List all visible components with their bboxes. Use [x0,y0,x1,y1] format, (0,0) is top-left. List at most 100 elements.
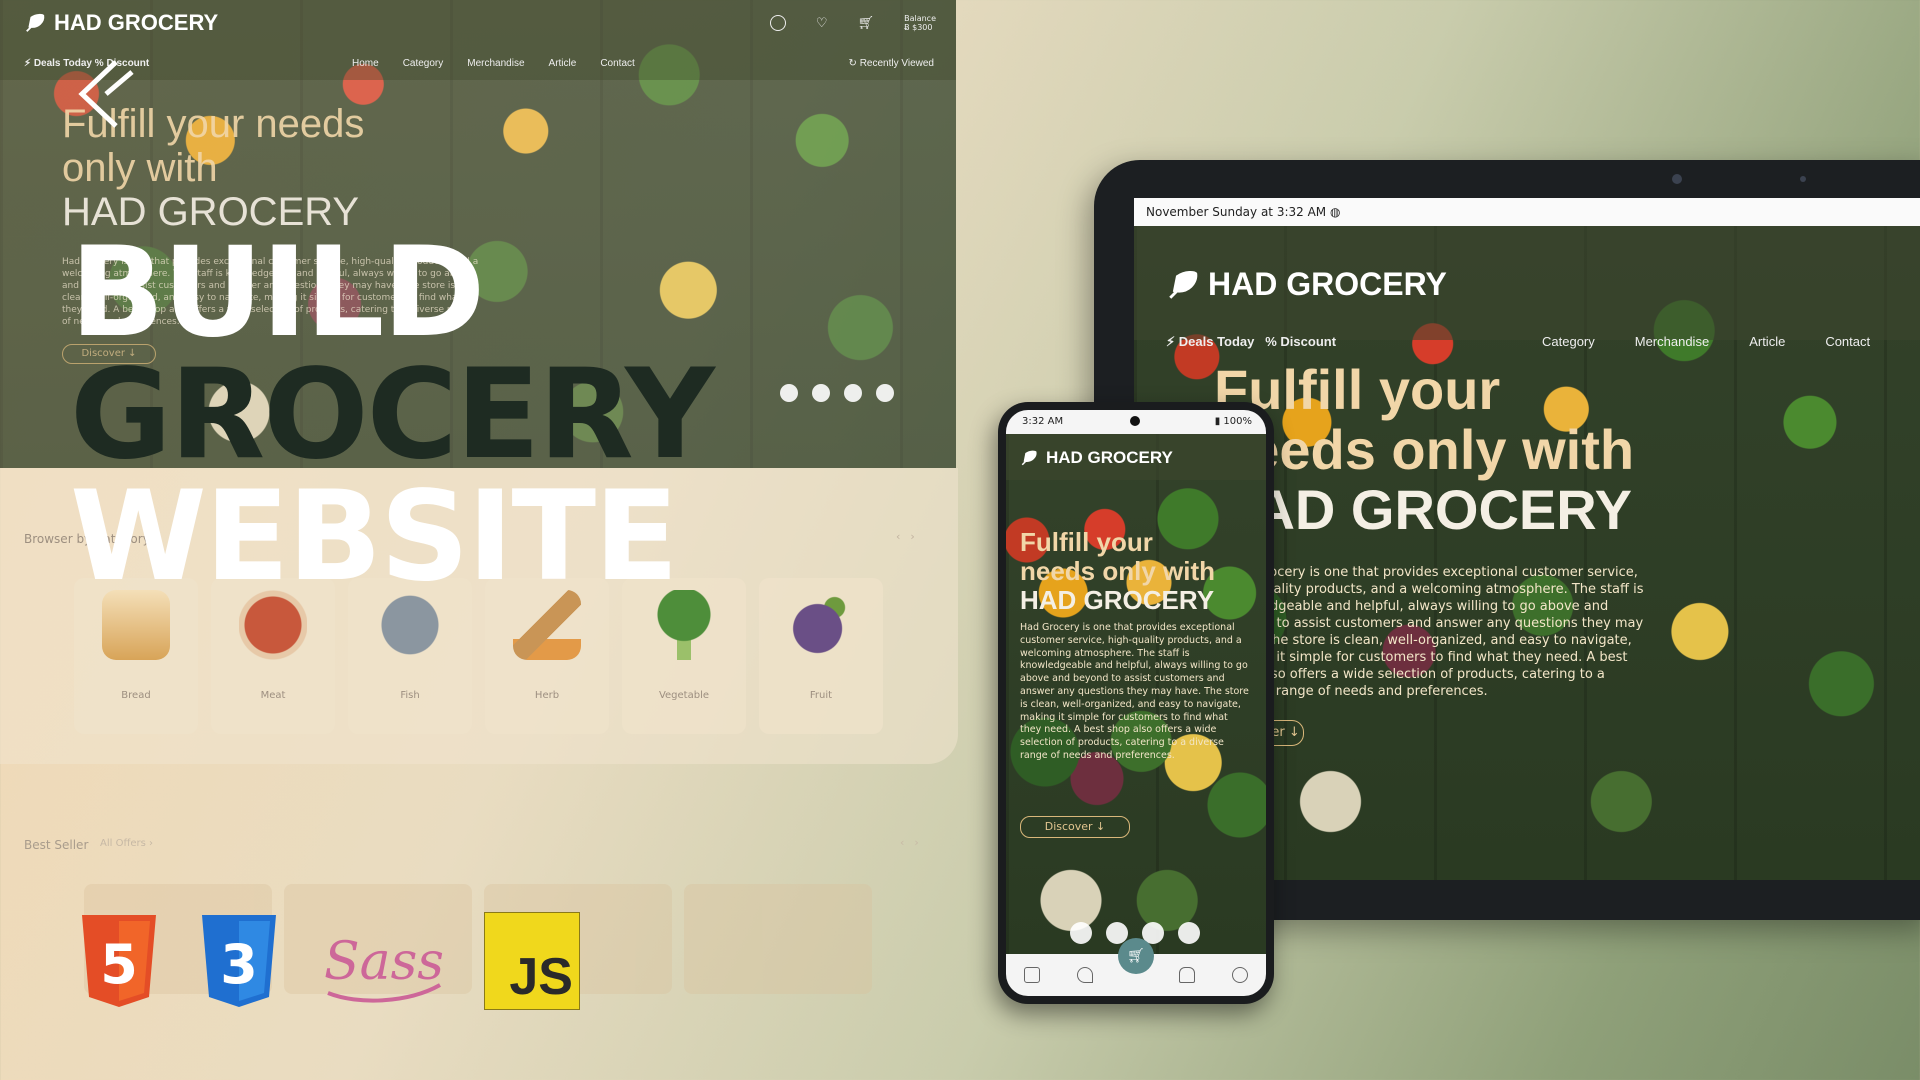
camera-icon [1672,174,1682,184]
tech-logos: 5 3 Sass JS [78,912,580,1010]
balance-value: Ƀ $300 [904,23,933,32]
best-carousel-arrows[interactable]: ‹› [900,836,929,849]
desktop-menu: Home Category Merchandise Article Contac… [352,58,635,69]
nav-category[interactable]: Category [403,58,444,69]
phone-discover-button[interactable]: Discover ↓ [1020,816,1130,838]
html5-logo-icon: 5 [82,915,156,1007]
phone-hero-text: Had Grocery is one that provides excepti… [1020,622,1249,761]
phone-screen: 3:32 AM ▮ 100% HAD GROCERY Fulfill your … [1006,410,1266,996]
discount-link[interactable]: Discount [1280,334,1336,349]
percent-icon: % [1265,334,1277,349]
tablet-deals-links: ⚡︎ Deals Today % Discount [1166,334,1336,350]
tablet-hero-title: Fulfill your needs only with HAD GROCERY [1214,360,1634,540]
instagram-icon[interactable] [844,384,862,402]
desktop-subnav: ⚡︎ Deals Today % Discount Home Category … [0,58,956,74]
category-label: Herb [534,690,560,701]
bell-icon[interactable] [1179,967,1196,983]
css3-logo-icon: 3 [202,915,276,1007]
nav-contact[interactable]: Contact [1825,334,1870,349]
chevron-icon [78,60,134,128]
fruit-icon [787,590,855,660]
heading-build: BUILD [70,221,485,365]
balance-label: Balance [904,14,936,23]
hero-line-2: needs only with [1214,418,1635,481]
youtube-icon[interactable] [876,384,894,402]
nav-article[interactable]: Article [1749,334,1785,349]
camera-icon [1130,416,1140,426]
recently-viewed-link[interactable]: ↻ Recently Viewed [849,58,934,69]
js-label: JS [509,948,573,1006]
category-label: Vegetable [658,690,710,701]
leaf-logo-icon [1169,270,1198,299]
discover-label: Discover [1044,820,1093,833]
all-offers-link[interactable]: All Offers › [100,838,153,849]
home-icon[interactable] [1024,967,1041,983]
tablet-brand[interactable]: HAD GROCERY [1166,266,1447,303]
tablet-hero-text: Had Grocery is one that provides excepti… [1224,565,1644,699]
category-label: Fruit [809,690,833,701]
css3-glyph: 3 [220,933,258,996]
heart-icon[interactable]: ♡ [816,16,828,31]
hero-line-3: HAD GROCERY [1020,585,1215,615]
nav-category[interactable]: Category [1542,334,1595,349]
balance[interactable]: Balance Ƀ $300 [904,14,936,32]
tablet-menu: Category Merchandise Article Contact [1542,334,1870,349]
leaf-logo-icon [26,13,45,32]
tablet-status-text: November Sunday at 3:32 AM [1146,205,1327,219]
nav-home[interactable]: Home [352,58,379,69]
user-icon[interactable] [1231,967,1248,983]
facebook-icon[interactable] [1070,922,1092,944]
brand-name: HAD GROCERY [1208,266,1447,302]
brand-name: HAD GROCERY [1046,448,1173,467]
refresh-icon: ↻ [848,58,860,69]
battery-level: 100% [1223,416,1252,427]
user-icon[interactable] [769,15,786,31]
facebook-icon[interactable] [780,384,798,402]
hero-line-2: needs only with [1020,556,1216,586]
heading-grocery: GROCERY [70,343,715,487]
twitter-icon[interactable] [812,384,830,402]
html5-glyph: 5 [100,933,138,996]
hero-line-2: only with [62,146,218,190]
sass-label: Sass [324,932,444,992]
phone-hero: HAD GROCERY Fulfill your needs only with… [1006,434,1266,964]
product-card[interactable] [684,884,872,994]
promo-heading: BUILD GROCERY WEBSITE [70,221,715,609]
desktop-header-icons: ♡ 🛒︎ Balance Ƀ $300 [769,14,936,32]
brand-name: HAD GROCERY [54,10,219,35]
category-label: Bread [121,690,151,701]
heading-website: WEBSITE [70,465,679,609]
category-label: Fish [400,690,420,701]
deals-today-link[interactable]: Deals Today [1179,334,1255,349]
sass-logo-icon: Sass [324,932,444,1003]
hero-line-1: Fulfill your [1020,527,1153,557]
cart-icon[interactable]: 🛒︎ [1118,938,1154,974]
battery-indicator: ▮ 100% [1214,416,1252,427]
heart-icon[interactable] [1076,967,1093,983]
hero-line-1: Fulfill your [1214,358,1501,421]
leaf-logo-icon [1021,450,1037,466]
best-seller-label: Best Seller [24,838,89,852]
cart-icon[interactable]: 🛒︎ [858,16,875,31]
desktop-brand[interactable]: HAD GROCERY [24,10,218,36]
nav-article[interactable]: Article [549,58,577,69]
hero-line-3: HAD GROCERY [1214,478,1632,541]
all-offers-label: All Offers [100,838,146,849]
category-carousel-arrows[interactable]: ‹› [896,530,925,543]
phone-time: 3:32 AM [1022,416,1064,427]
js-logo-icon: JS [484,912,580,1010]
youtube-icon[interactable] [1178,922,1200,944]
lightning-icon: ⚡︎ [1166,334,1176,349]
phone-hero-title: Fulfill your needs only with HAD GROCERY [1020,528,1215,615]
lightning-icon: ⚡︎ [24,58,32,69]
category-card-fruit[interactable]: Fruit [759,578,883,734]
nav-merchandise[interactable]: Merchandise [467,58,524,69]
recently-viewed-label: Recently Viewed [859,58,934,69]
desktop-social-links [780,384,894,402]
phone-brand[interactable]: HAD GROCERY [1020,448,1173,468]
sensor-icon [1800,176,1806,182]
nav-merchandise[interactable]: Merchandise [1635,334,1709,349]
category-label: Meat [260,690,286,701]
phone-status-bar: 3:32 AM ▮ 100% [1006,410,1266,434]
nav-contact[interactable]: Contact [600,58,634,69]
